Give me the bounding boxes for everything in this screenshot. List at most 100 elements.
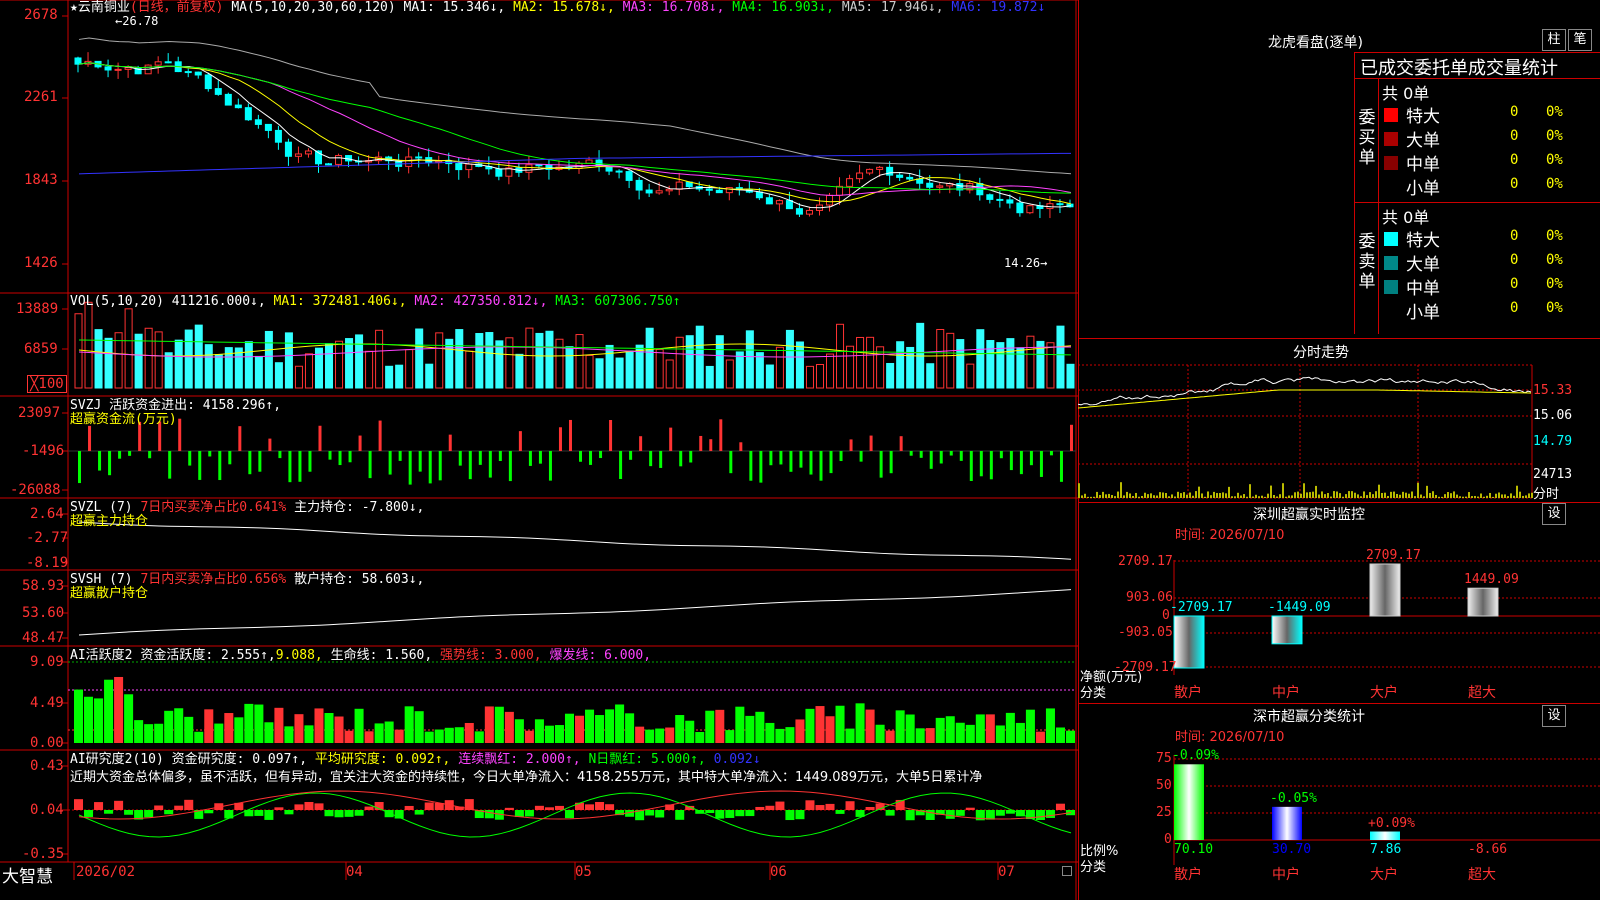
order-row-percent: 0% xyxy=(1546,104,1563,120)
right-panel: 龙虎看盘(逐单) 柱 笔 已成交委托单成交量统计 委买单 委卖单 共 0单 共 … xyxy=(1078,0,1600,900)
intraday-volume-bar xyxy=(1483,496,1485,498)
activity-bar xyxy=(264,722,274,743)
divider xyxy=(1378,78,1379,334)
sz-category-label: 散户 xyxy=(1174,685,1202,701)
research-bar xyxy=(144,810,154,818)
axis-vol-1: 13889 xyxy=(16,301,59,317)
stock-name[interactable]: ★云南铜业 xyxy=(70,0,130,15)
intraday-volume-bar xyxy=(1174,496,1176,498)
order-row-value: 0 xyxy=(1510,104,1519,120)
tick-view-button[interactable]: 笔 xyxy=(1568,29,1592,51)
intraday-volume-bar xyxy=(1309,492,1311,498)
order-row-percent: 0% xyxy=(1546,228,1563,244)
flow-bar xyxy=(859,451,863,462)
volume-bar xyxy=(866,336,875,389)
intraday-volume-bar xyxy=(1249,484,1251,498)
research-bar xyxy=(905,810,915,821)
activity-bar xyxy=(384,721,394,743)
intraday-volume-bar xyxy=(1306,492,1308,498)
divider xyxy=(1354,78,1600,79)
cls-unit-2: 分类 xyxy=(1080,860,1107,875)
period-label[interactable]: (日线，前复权) xyxy=(130,0,224,15)
vol-ma2: MA2: 427350.812↓, xyxy=(414,294,548,309)
research-bar xyxy=(965,807,975,810)
flow-bar xyxy=(508,451,512,482)
cls-axis-2: 50 xyxy=(1156,778,1172,793)
xaxis-label-2: 04 xyxy=(346,864,363,880)
activity-bar xyxy=(304,725,314,743)
axis-main-2: 2261 xyxy=(24,89,58,105)
candle xyxy=(1056,203,1064,206)
svzj-title: 活跃资金进出: 4158.296↑, xyxy=(109,398,282,413)
svsh-sub: 超赢散户持仓 xyxy=(70,586,149,601)
intraday-volume-bar xyxy=(1465,496,1467,498)
intraday-volume-bar xyxy=(1447,492,1449,498)
candle xyxy=(635,179,643,191)
flow-bar xyxy=(1019,451,1023,475)
intraday-price-line xyxy=(1078,376,1532,406)
activity-bar xyxy=(595,715,605,743)
candle xyxy=(655,190,663,194)
volume-bar xyxy=(1056,325,1065,389)
research-bar xyxy=(995,810,1005,816)
research-bar xyxy=(564,810,574,819)
research-bar xyxy=(504,807,514,810)
volume-bar xyxy=(535,332,544,389)
activity-bar xyxy=(715,709,725,743)
bar-view-button[interactable]: 柱 xyxy=(1542,29,1566,51)
cls-category-label: 超大 xyxy=(1468,867,1496,883)
research-bar xyxy=(795,810,805,820)
cls-category-label: 散户 xyxy=(1174,867,1202,883)
activity-bar xyxy=(655,728,665,743)
volume-bar xyxy=(946,332,955,389)
flow-bar xyxy=(1059,451,1063,482)
flow-bar xyxy=(538,451,542,464)
flow-bar xyxy=(929,451,933,469)
ma-label: MA(5,10,20,30,60,120) xyxy=(231,0,396,15)
intraday-volume-bar xyxy=(1384,492,1386,498)
ma5-line xyxy=(78,37,1072,175)
order-row-name: 中单 xyxy=(1406,155,1440,175)
sz-bar xyxy=(1173,615,1205,669)
flow-bar xyxy=(278,451,282,459)
intraday-volume-bar xyxy=(1093,496,1095,498)
candle xyxy=(785,200,793,210)
research-bar xyxy=(585,804,595,810)
intraday-volume-bar xyxy=(1411,491,1413,498)
flow-bar xyxy=(458,451,462,466)
svsh-label: SVSH (7) xyxy=(70,572,133,587)
intraday-volume-bar xyxy=(1498,492,1500,498)
intraday-volume-bar xyxy=(1303,483,1305,498)
volume-bar xyxy=(515,353,524,389)
activity-bar xyxy=(945,716,955,743)
legend-swatch xyxy=(1384,108,1398,122)
ai-act-label: AI活跃度2 xyxy=(70,648,133,663)
activity-bar xyxy=(234,717,244,743)
volume-bar xyxy=(385,365,394,389)
chart-area[interactable]: ★云南铜业(日线，前复权) MA(5,10,20,30,60,120) MA1:… xyxy=(0,0,1078,900)
legend-swatch xyxy=(1384,132,1398,146)
intraday-chart[interactable] xyxy=(1078,360,1600,520)
vol-ma3: MA3: 607306.750↑ xyxy=(555,294,681,309)
ai-res-v5: 0.092↓ xyxy=(713,752,761,767)
flow-bar xyxy=(739,442,743,451)
volume-bar xyxy=(745,330,754,389)
flow-bar xyxy=(679,451,683,467)
lock-icon[interactable] xyxy=(1062,866,1072,876)
intraday-volume-bar xyxy=(1399,494,1401,498)
activity-bar xyxy=(144,724,154,743)
activity-bar xyxy=(344,730,354,743)
intraday-volume-bar xyxy=(1081,495,1083,498)
legend-swatch xyxy=(1384,256,1398,270)
volume-bar xyxy=(435,332,444,389)
intraday-volume-bar xyxy=(1150,493,1152,498)
flow-bar xyxy=(288,451,292,483)
cls-bar xyxy=(1174,764,1204,840)
volume-bar xyxy=(395,364,404,389)
intraday-volume-bar xyxy=(1279,494,1281,498)
legend-swatch xyxy=(1384,232,1398,246)
order-row-name: 特大 xyxy=(1406,107,1440,127)
flow-bar xyxy=(1049,451,1053,456)
intraday-volume-bar xyxy=(1096,491,1098,498)
intraday-volume-bar xyxy=(1504,494,1506,498)
